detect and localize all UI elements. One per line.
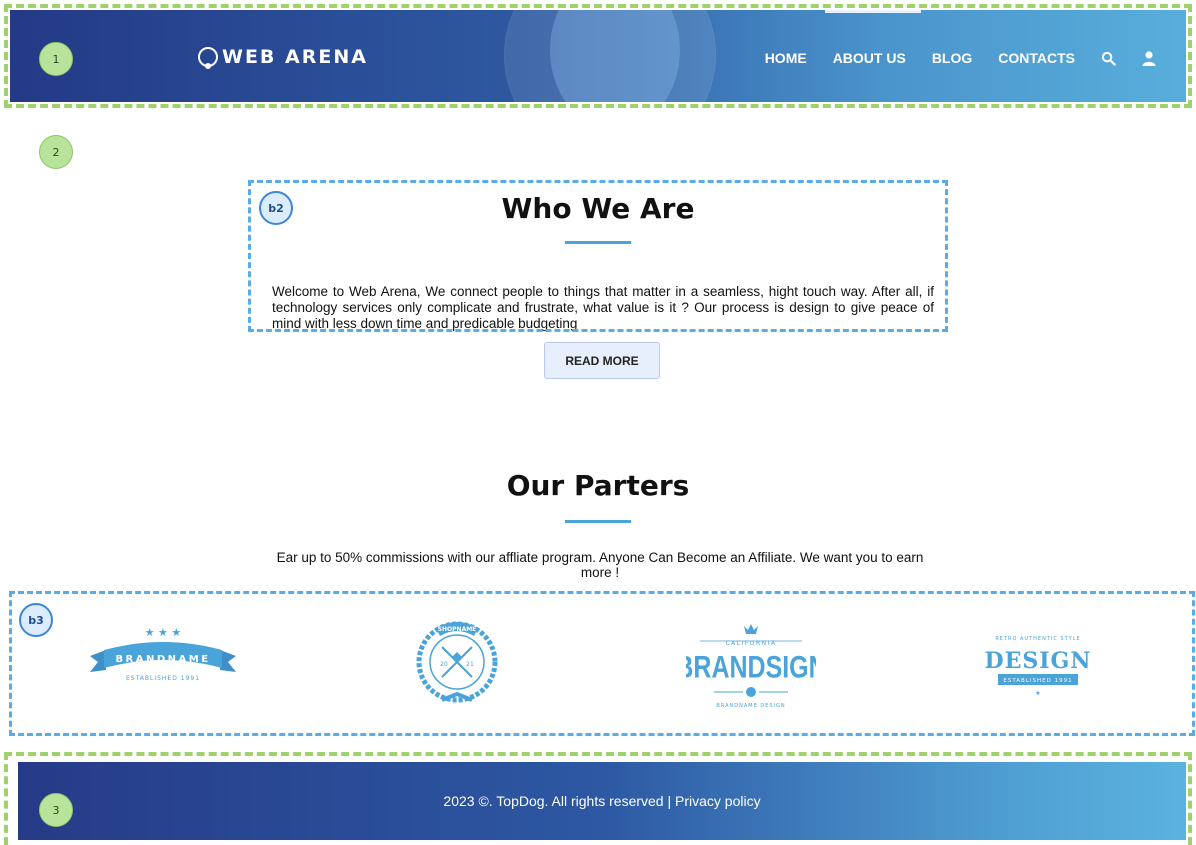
partners-text: Ear up to 50% commissions with our affli… <box>276 550 924 580</box>
read-more-button[interactable]: READ MORE <box>544 342 660 379</box>
annotation-region-b2 <box>248 180 948 332</box>
partners-heading: Our Parters <box>0 469 1196 523</box>
marker-b2: b2 <box>259 191 293 225</box>
annotation-region-1 <box>4 4 1192 108</box>
annotation-region-3 <box>4 752 1192 845</box>
marker-1: 1 <box>39 42 73 76</box>
marker-3: 3 <box>39 793 73 827</box>
marker-2: 2 <box>39 135 73 169</box>
partners-title: Our Parters <box>506 469 690 502</box>
annotation-region-b3 <box>9 591 1195 736</box>
partners-underline <box>565 520 631 523</box>
marker-b3: b3 <box>19 603 53 637</box>
